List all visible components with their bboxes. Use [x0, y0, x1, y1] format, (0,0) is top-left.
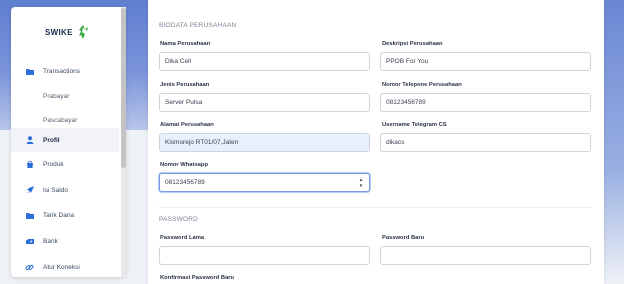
sidebar-item-label: Atur Koneksi [43, 263, 80, 271]
bank-icon [25, 237, 34, 246]
nomor-telepon-label: Nomor Telepone Perusahaan [382, 82, 462, 88]
deskripsi-perusahaan-label: Deskripsi Perusahaan [382, 41, 443, 47]
sidebar-item-label: Bank [43, 237, 58, 245]
folder-icon [25, 211, 34, 220]
sidebar-item-bank[interactable]: Bank [11, 229, 119, 253]
username-telegram-value: dikacs [386, 139, 405, 146]
sidebar-item-label: Prabayar [43, 92, 70, 100]
sidebar-item-produk[interactable]: Produk [11, 152, 119, 176]
stepper-up-icon[interactable]: ▲ [359, 177, 363, 183]
brand-logo[interactable]: SWIKE [45, 23, 90, 41]
password-lama-label: Password Lama [160, 235, 205, 241]
number-stepper[interactable]: ▲ ▼ [358, 177, 364, 189]
password-baru-label: Password Baru [382, 235, 425, 241]
sidebar-item-label: Isi Saldo [43, 186, 68, 194]
sidebar-scrollbar-thumb[interactable] [121, 8, 126, 168]
bag-icon [25, 160, 34, 169]
sidebar: SWIKE Transactions Prabayar Pascabayar P… [11, 7, 126, 277]
deskripsi-perusahaan-input[interactable]: PPOB For You [380, 52, 591, 71]
brand-mark-icon [78, 25, 88, 39]
sidebar-item-prabayar[interactable]: Prabayar [11, 84, 119, 108]
username-telegram-label: Username Telegram CS [382, 122, 447, 128]
user-icon [25, 136, 34, 145]
nomor-telepon-input[interactable]: 08123456789 [380, 93, 591, 112]
rocket-icon [25, 186, 34, 195]
sidebar-item-label: Tarik Dana [43, 211, 75, 219]
username-telegram-input[interactable]: dikacs [380, 133, 591, 152]
konfirmasi-password-label: Konfirmasi Password Baru [160, 275, 235, 281]
sidebar-item-label: Profil [43, 136, 60, 144]
folder-icon [25, 67, 34, 76]
nama-perusahaan-label: Nama Perusahaan [160, 41, 211, 47]
brand-name: SWIKE [45, 27, 73, 37]
nama-perusahaan-input[interactable]: Dika Cell [159, 52, 370, 71]
password-lama-input[interactable] [159, 246, 370, 265]
sidebar-item-tarik-dana[interactable]: Tarik Dana [11, 203, 119, 227]
nama-perusahaan-value: Dika Cell [165, 58, 192, 65]
nomor-whatsapp-value: 08123456789 [165, 179, 205, 186]
nomor-whatsapp-label: Nomor Whatsapp [160, 162, 208, 168]
stepper-down-icon[interactable]: ▼ [359, 183, 363, 189]
alamat-perusahaan-input[interactable]: Kismorejo RT01/07,Jaten [159, 133, 370, 152]
profile-form-card: BIODATA PERUSAHAAN Nama Perusahaan Dika … [148, 0, 604, 284]
nomor-whatsapp-input[interactable]: 08123456789 ▲ ▼ [159, 173, 370, 192]
section-title-password: PASSWORD [159, 216, 199, 223]
sidebar-item-isi-saldo[interactable]: Isi Saldo [11, 178, 119, 202]
jenis-perusahaan-label: Jenis Perusahaan [160, 82, 210, 88]
sidebar-item-label: Produk [43, 160, 64, 168]
alamat-perusahaan-label: Alamat Perusahaan [160, 122, 214, 128]
alamat-perusahaan-value: Kismorejo RT01/07,Jaten [165, 139, 239, 146]
sidebar-item-profil[interactable]: Profil [11, 128, 119, 152]
sidebar-item-transactions[interactable]: Transactions [11, 59, 119, 83]
password-baru-input[interactable] [380, 246, 591, 265]
sidebar-item-label: Pascabayar [43, 116, 78, 124]
deskripsi-perusahaan-value: PPOB For You [386, 58, 429, 65]
link-icon [25, 263, 34, 272]
nomor-telepon-value: 08123456789 [386, 99, 426, 106]
sidebar-item-label: Transactions [43, 67, 80, 75]
right-background-strip [604, 0, 624, 284]
sidebar-item-atur-koneksi[interactable]: Atur Koneksi [11, 255, 119, 277]
section-title-biodata: BIODATA PERUSAHAAN [159, 22, 237, 29]
section-divider [159, 207, 592, 208]
jenis-perusahaan-input[interactable]: Server Pulsa [159, 93, 370, 112]
jenis-perusahaan-value: Server Pulsa [165, 99, 203, 106]
